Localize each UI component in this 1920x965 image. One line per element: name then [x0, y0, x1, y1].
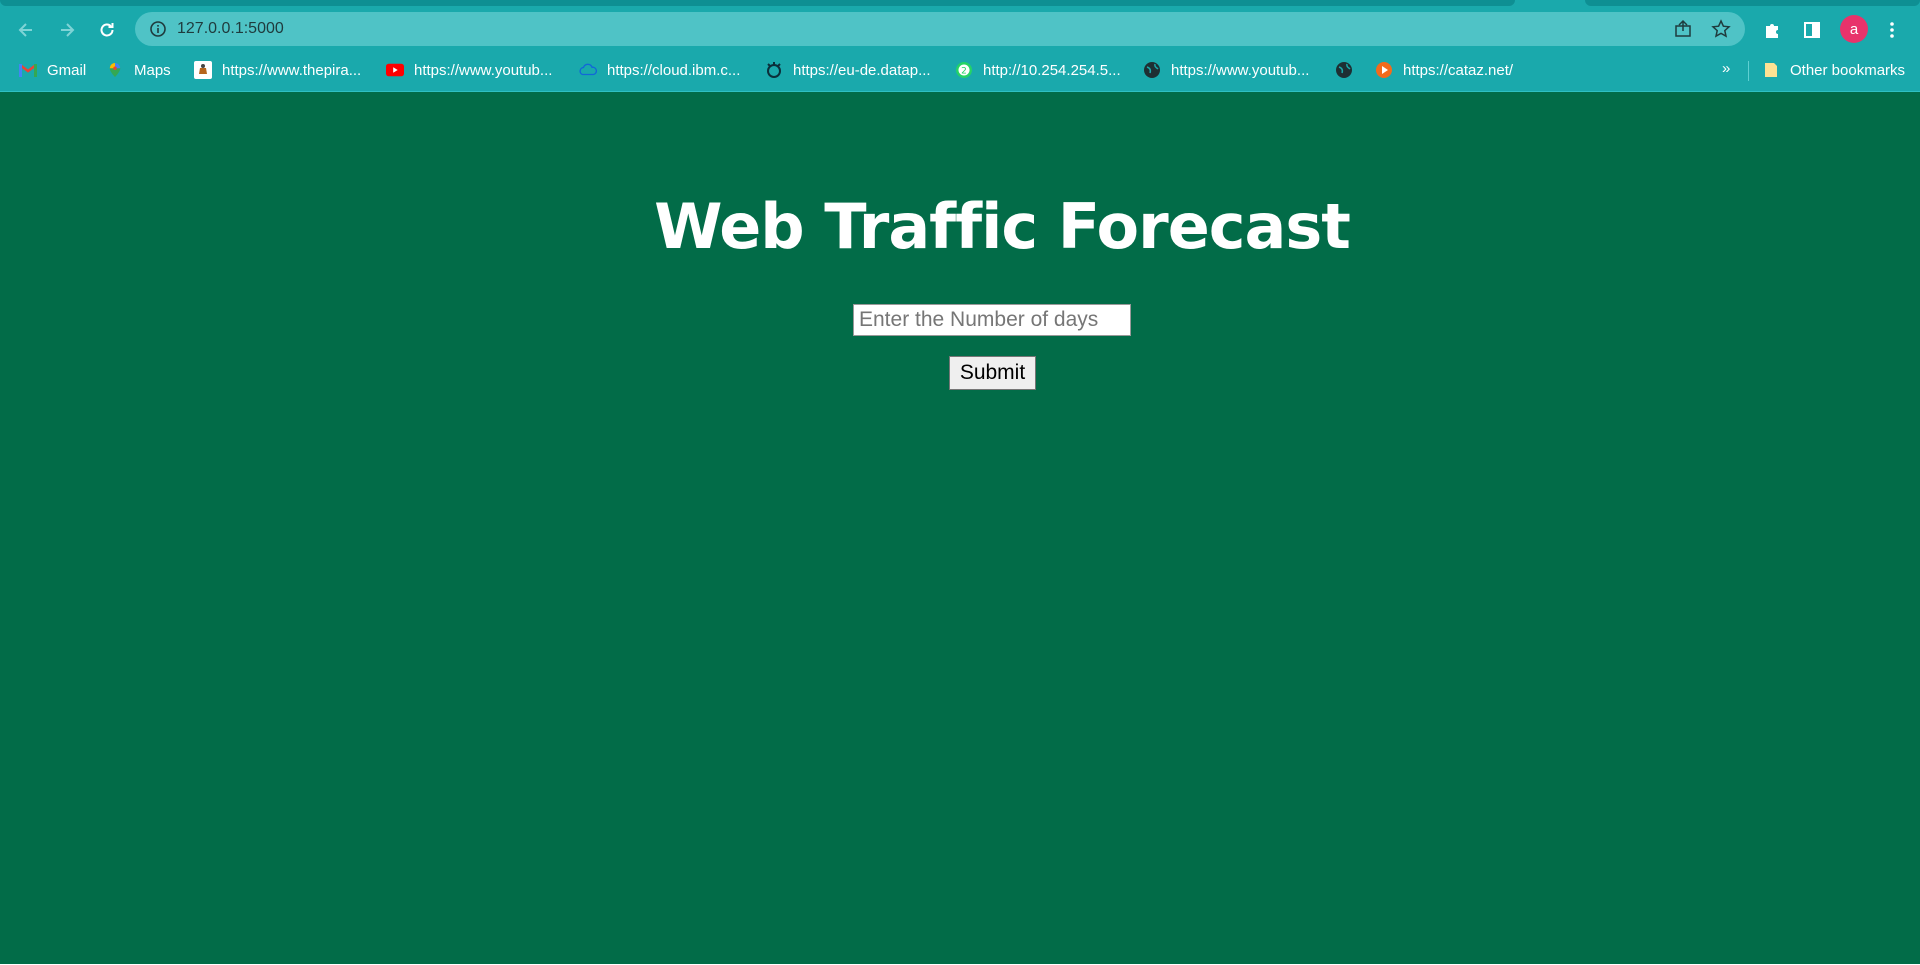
bookmark-youtube[interactable]: https://www.youtub...	[386, 59, 552, 81]
puzzle-icon	[1766, 24, 1778, 38]
more-bookmarks-button[interactable]: »	[1722, 60, 1730, 77]
bookmark-label: https://cataz.net/	[1403, 61, 1514, 79]
menu-button[interactable]	[1878, 16, 1906, 44]
bookmarks-divider	[1748, 61, 1749, 81]
bookmarks-bar: Gmail Maps https://www.thepira... https:…	[0, 48, 1920, 92]
address-bar[interactable]: 127.0.0.1:5000	[135, 12, 1745, 46]
extensions-button[interactable]	[1758, 16, 1786, 44]
bookmark-youtube-2[interactable]: https://www.youtub...	[1143, 59, 1309, 81]
back-button[interactable]	[12, 16, 40, 44]
bookmark-label: https://www.youtub...	[414, 61, 553, 79]
side-panel-button[interactable]	[1798, 16, 1826, 44]
reload-button[interactable]	[93, 16, 121, 44]
globe-icon	[1335, 61, 1353, 79]
days-input[interactable]	[853, 304, 1131, 336]
ibm-cloud-icon	[579, 61, 597, 79]
bookmark-maps[interactable]: Maps	[106, 59, 171, 81]
folder-icon	[1762, 61, 1780, 79]
play-icon	[1375, 61, 1393, 79]
globe-icon	[1143, 61, 1161, 79]
profile-avatar[interactable]: a	[1840, 15, 1868, 43]
bookmark-10-254[interactable]: 2 http://10.254.254.5...	[955, 59, 1121, 81]
watson-icon	[765, 61, 783, 79]
kebab-menu-icon	[1890, 22, 1894, 38]
bookmark-star-icon[interactable]	[1711, 19, 1731, 39]
bookmark-thepirate[interactable]: https://www.thepira...	[194, 59, 361, 81]
url-text[interactable]: 127.0.0.1:5000	[177, 20, 284, 38]
bookmark-ibm-cloud[interactable]: https://cloud.ibm.c...	[579, 59, 740, 81]
page-title: Web Traffic Forecast	[654, 190, 1351, 263]
bookmark-label: https://eu-de.datap...	[793, 61, 931, 79]
bookmark-label: Other bookmarks	[1790, 61, 1906, 79]
bookmark-gmail[interactable]: Gmail	[19, 59, 86, 81]
forward-button[interactable]	[53, 16, 81, 44]
other-bookmarks[interactable]: Other bookmarks	[1762, 59, 1905, 81]
bookmark-label: Maps	[134, 61, 171, 79]
maps-icon	[106, 61, 124, 79]
share-icon[interactable]	[1673, 19, 1693, 39]
bookmark-globe[interactable]	[1335, 59, 1353, 81]
tab-inactive[interactable]	[0, 0, 1515, 6]
bookmark-label: https://www.youtub...	[1171, 61, 1310, 79]
side-panel-icon	[1804, 22, 1820, 38]
tab-strip	[0, 0, 1920, 10]
whatsapp-icon: 2	[955, 61, 973, 79]
submit-button[interactable]: Submit	[949, 356, 1036, 390]
bookmark-label: Gmail	[47, 61, 87, 79]
site-info-icon[interactable]	[149, 20, 167, 38]
svg-text:2: 2	[961, 67, 967, 77]
bookmark-cataz[interactable]: https://cataz.net/	[1375, 59, 1513, 81]
tab-inactive[interactable]	[1585, 0, 1920, 6]
pirate-icon	[194, 61, 212, 79]
bookmark-label: https://www.thepira...	[222, 61, 362, 79]
youtube-icon	[386, 61, 404, 79]
bookmark-eu-de-datap[interactable]: https://eu-de.datap...	[765, 59, 931, 81]
browser-toolbar: 127.0.0.1:5000 a	[0, 10, 1920, 48]
bookmark-label: https://cloud.ibm.c...	[607, 61, 741, 79]
bookmark-label: http://10.254.254.5...	[983, 61, 1121, 79]
arrow-right-icon	[61, 23, 75, 37]
gmail-icon	[19, 61, 37, 79]
reload-icon	[100, 23, 114, 37]
page-content: Web Traffic Forecast Submit	[0, 92, 1920, 964]
arrow-left-icon	[18, 23, 32, 37]
